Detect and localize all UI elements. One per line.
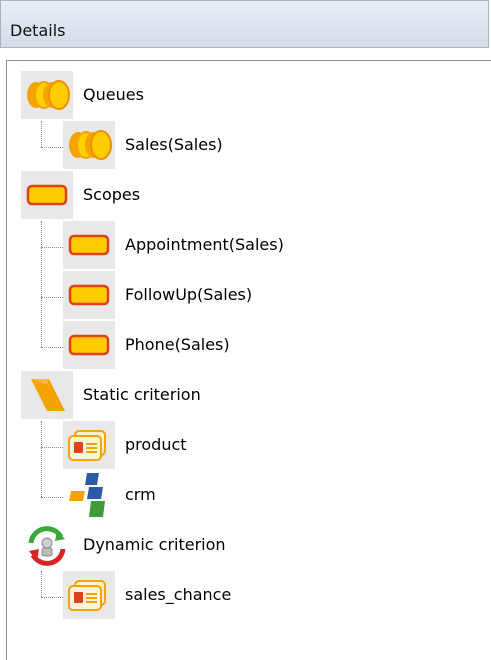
- tree-item-phone[interactable]: Phone(Sales): [63, 321, 363, 369]
- tree-item-crm[interactable]: crm: [63, 471, 263, 519]
- tree-connector: [41, 297, 63, 298]
- tree-item-product[interactable]: product: [63, 421, 283, 469]
- details-panel: Details Queues Sales(Sales) Scopes Appoi…: [0, 0, 491, 660]
- details-header: Details: [0, 0, 489, 48]
- scope-icon: [63, 321, 115, 369]
- tree-item-sales-queue[interactable]: Sales(Sales): [63, 121, 303, 169]
- tree-item-label: crm: [125, 485, 156, 504]
- tree-connector: [41, 221, 42, 347]
- tree-item-queues[interactable]: Queues: [21, 71, 221, 119]
- tree-item-sales-chance[interactable]: sales_chance: [63, 571, 303, 619]
- scope-icon: [63, 271, 115, 319]
- tree-item-label: Scopes: [83, 185, 141, 204]
- tree-connector: [41, 597, 63, 598]
- tree-item-scopes[interactable]: Scopes: [21, 171, 221, 219]
- tree-item-label: Dynamic criterion: [83, 535, 226, 554]
- tree-item-label: Phone(Sales): [125, 335, 230, 354]
- tree-item-label: FollowUp(Sales): [125, 285, 253, 304]
- scope-icon: [63, 221, 115, 269]
- tree-item-static-criterion[interactable]: Static criterion: [21, 371, 281, 419]
- crm-logo-icon: [63, 471, 115, 519]
- tree-item-followup[interactable]: FollowUp(Sales): [63, 271, 363, 319]
- tree-connector: [41, 347, 63, 348]
- queue-icon: [63, 121, 115, 169]
- tree-connector: [41, 147, 63, 148]
- tree-connector: [41, 497, 63, 498]
- card-icon: [63, 571, 115, 619]
- static-criterion-icon: [21, 371, 73, 419]
- dynamic-criterion-icon: [21, 521, 73, 569]
- tree-connector: [41, 447, 63, 448]
- tree-connector: [41, 247, 63, 248]
- tree-item-label: product: [125, 435, 187, 454]
- card-icon: [63, 421, 115, 469]
- details-tree: Queues Sales(Sales) Scopes Appointment(S…: [6, 60, 491, 660]
- panel-title: Details: [10, 21, 66, 40]
- tree-connector: [41, 571, 42, 597]
- tree-connector: [41, 121, 42, 147]
- tree-item-label: Queues: [83, 85, 144, 104]
- tree-item-label: Static criterion: [83, 385, 201, 404]
- tree-item-label: Sales(Sales): [125, 135, 223, 154]
- queue-icon: [21, 71, 73, 119]
- tree-item-appointment[interactable]: Appointment(Sales): [63, 221, 363, 269]
- tree-connector: [41, 421, 42, 497]
- tree-item-dynamic-criterion[interactable]: Dynamic criterion: [21, 521, 301, 569]
- tree-item-label: Appointment(Sales): [125, 235, 284, 254]
- scope-icon: [21, 171, 73, 219]
- tree-item-label: sales_chance: [125, 585, 232, 604]
